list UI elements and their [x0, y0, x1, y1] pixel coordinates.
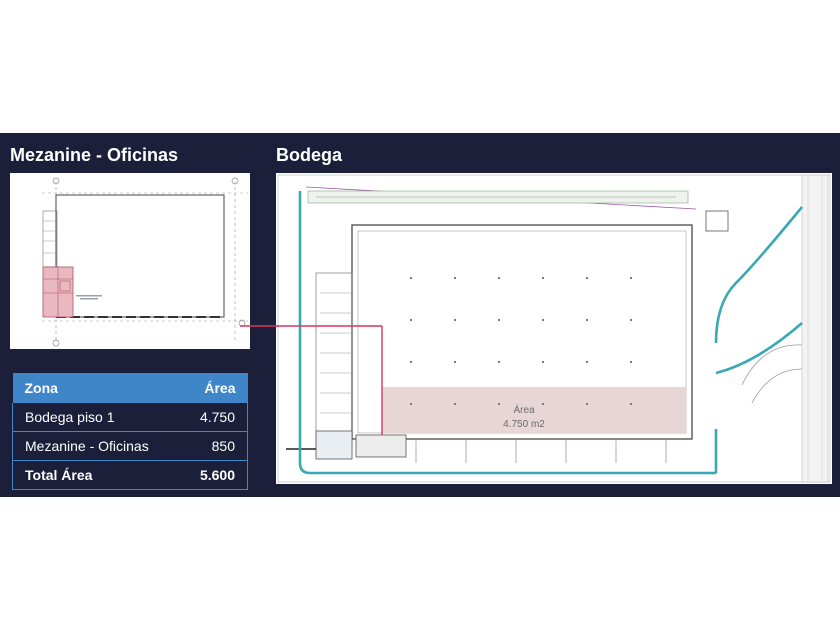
mezanine-floor-plan — [10, 173, 250, 349]
row-area: 850 — [180, 431, 249, 461]
header-zona: Zona — [12, 373, 181, 403]
row-zona: Bodega piso 1 — [12, 403, 181, 432]
total-zona: Total Área — [12, 460, 181, 490]
row-zona: Mezanine - Oficinas — [12, 431, 181, 461]
row-area: 4.750 — [180, 403, 249, 432]
table-total-row: Total Área 5.600 — [12, 460, 249, 490]
header-area: Área — [180, 373, 248, 403]
table-header-row: Zona Área — [12, 373, 248, 403]
table-row: Mezanine - Oficinas 850 — [12, 431, 249, 461]
info-panel: Mezanine - Oficinas Bodega Zona Área Bod… — [0, 133, 840, 497]
area-table: Zona Área Bodega piso 1 4.750 Mezanine -… — [12, 373, 249, 490]
bodega-title: Bodega — [276, 145, 343, 165]
table-row: Bodega piso 1 4.750 — [12, 403, 249, 432]
total-area: 5.600 — [180, 460, 249, 490]
mezanine-title: Mezanine - Oficinas — [10, 145, 179, 165]
bodega-plan-drawing: Área 4.750 m2 — [276, 174, 831, 483]
bodega-site-plan: Área 4.750 m2 — [276, 173, 832, 484]
mezanine-plan-drawing — [42, 177, 248, 347]
area-value-label: 4.750 m2 — [503, 419, 545, 430]
area-label: Área — [513, 403, 535, 416]
